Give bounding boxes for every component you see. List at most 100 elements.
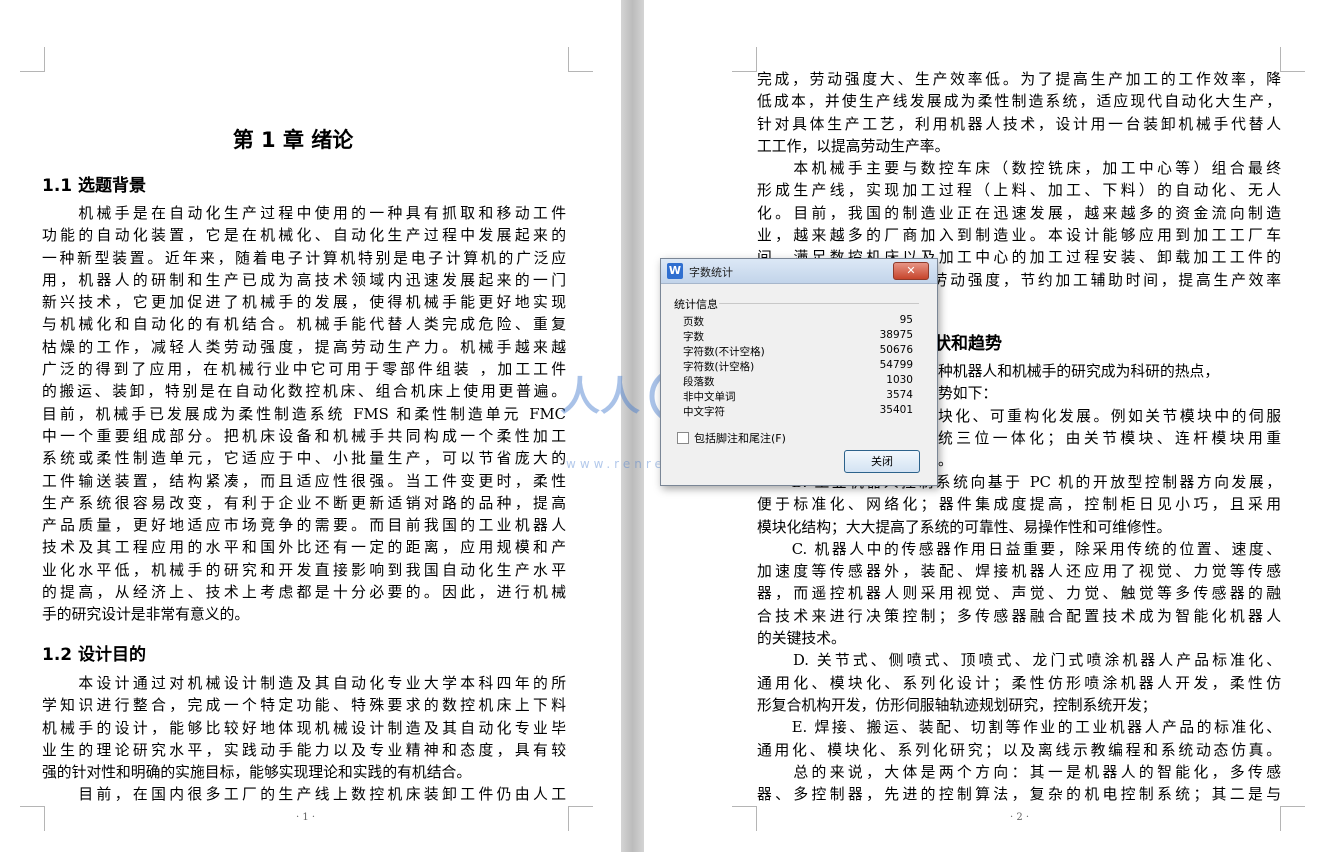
text-line: 低成本，并使生产线发展成为柔性制造系统，适应现代自动化大生产， [757,93,1281,111]
stat-row-words: 字数 38975 [683,329,913,344]
crop-mark [732,806,757,831]
text-line: 种机器人和机械手的研究成为科研的热点， [938,363,1220,380]
text-line: D. 关节式、侧喷式、顶喷式、龙门式喷涂机器人产品标准化、 [757,652,1281,670]
text-line: 与机械化和自动化的有机结合。机械手能代替人类完成危险、重复 [42,316,566,334]
text-line: 统三位一体化；由关节模块、连杆模块用重 [938,429,1281,447]
text-line: 机械手是在自动化生产过程中使用的一种具有抓取和移动工件 [42,205,566,222]
stat-label: 字符数(不计空格) [683,346,765,358]
text-line: 业，越来越多的厂商加入到制造业。本设计能够应用到加工工厂车 [757,227,1281,245]
text-line: 功能的自动化装置，它是在机械化、自动化生产过程中发展起来的 [42,227,566,245]
text-line: 中一个重要组成部分。把机床设备和机械手共同构成一个柔性加工 [42,427,566,445]
stat-label: 页数 [683,316,704,328]
dialog-title: 字数统计 [689,266,733,279]
text-line: E. 焊接、搬运、装配、切割等作业的工业机器人产品的标准化、 [757,719,1281,737]
text-line: 用，机器人的研制和生产已成为高技术领域内迅速发展起来的一门 [42,271,566,289]
text-line: 新兴技术，它更加促进了机械手的发展，使得机械手能更好地实现 [42,294,566,312]
stat-row-non-chinese-words: 非中文单词 3574 [683,389,913,404]
stat-value: 35401 [879,404,913,416]
text-line: 通用化、模块化、系列化研究；以及离线示教编程和系统动态仿真。 [757,741,1281,759]
text-line: 的搬运、装卸，特别是在自动化数控机床、组合机床上使用更普遍。 [42,383,566,401]
stat-row-chars-with-spaces: 字符数(计空格) 54799 [683,359,913,374]
text-line: 模块化结构；大大提高了系统的可靠性、易操作性和可维修性。 [757,518,1172,536]
text-line: 目前，机械手已发展成为柔性制造系统 FMS 和柔性制造单元 FMC [42,405,566,423]
text-line: 。 [938,452,953,470]
page-number: · 1 · [296,812,316,823]
paragraph-block: 机械手是在自动化生产过程中使用的一种具有抓取和移动工件 功能的自动化装置，它是在… [42,203,566,627]
checkbox-label[interactable]: 包括脚注和尾注(F) [694,430,786,446]
text-line: 强的针对性和明确的实施目标，能够实现理论和实践的有机结合。 [42,764,472,782]
stat-row-chars-no-spaces: 字符数(不计空格) 50676 [683,344,913,359]
stat-label: 字符数(计空格) [683,361,755,373]
text-line: 器、多控制器，先进的控制算法，复杂的机电控制系统；其二是与 [757,786,1281,804]
crop-mark [1280,806,1305,831]
stat-label: 中文字符 [683,406,725,418]
text-line: 化。目前，我国的制造业正在迅速发展，越来越多的资金流向制造 [757,204,1281,222]
paragraph-block: B. 工业机器人控制系统向基于 PC 机的开放型控制器方向发展， 便于标准化、网… [757,472,1281,806]
section-heading: 1.1 选题背景 [42,176,147,196]
text-line: 总的来说，大体是两个方向：其一是机器人的智能化，多传感 [757,763,1281,781]
text-line: 技术及其工程应用的水平和国外比还有一定的距离，应用规模和产 [42,539,566,557]
text-line: 势如下： [938,385,998,403]
group-divider [719,303,919,304]
text-line: 业化水平低，机械手的研究和开发直接影响到我国自动化生产水平 [42,561,566,579]
text-line: 生产系统很容易改变，有利于企业不断更新适销对路的品种，提高 [42,494,566,512]
group-label: 统计信息 [674,298,718,311]
text-line: 工工作，以提高劳动生产率。 [757,137,950,155]
text-line: 针对具体生产工艺，利用机器人技术，设计用一台装卸机械手代替人 [757,115,1281,133]
close-button[interactable]: 关闭 [844,450,920,473]
crop-mark [732,47,757,72]
paragraph-block: 本设计通过对机械设计制造及其自动化专业大学本科四年的所 学知识进行整合，完成一个… [42,673,566,807]
text-line: 本机械手主要与数控车床（数控铣床，加工中心等）组合最终 [757,160,1281,178]
section-heading: 1.2 设计目的 [42,645,147,665]
chapter-title: 第 1 章 绪论 [232,128,354,152]
stat-row-paragraphs: 段落数 1030 [683,374,913,389]
stat-value: 50676 [879,344,913,356]
text-line: 器，而遥控机器人则采用视觉、声觉、力觉、触觉等多传感器的融 [757,585,1281,603]
text-line: 业生的理论研究水平，实践动手能力以及专业精神和态度，具有较 [42,741,566,759]
stat-label: 非中文单词 [683,391,736,403]
text-line: 产品质量，更好地适应市场竞争的需要。而目前我国的工业机器人 [42,517,566,535]
document-page-1: 第 1 章 绪论 1.1 选题背景 机械手是在自动化生产过程中使用的一种具有抓取… [0,0,621,852]
text-line: 的关键技术。 [757,630,846,648]
text-line: 合技术来进行决策控制；多传感器融合配置技术成为智能化机器人 [757,607,1281,625]
page-number: · 2 · [1010,812,1030,823]
text-line: 加速度等传感器外，装配、焊接机器人还应用了视觉、力觉等传感 [757,563,1281,581]
close-icon[interactable]: ✕ [893,262,929,280]
stat-value: 1030 [886,374,913,386]
text-line: C. 机器人中的传感器作用日益重要，除采用传统的位置、速度、 [757,540,1281,558]
stat-row-pages: 页数 95 [683,314,913,329]
text-line: 块化、可重构化发展。例如关节模块中的伺服 [938,407,1281,425]
crop-mark [568,806,593,831]
text-line: 学知识进行整合，完成一个特定功能、特殊要求的数控机床上下料 [42,697,566,715]
stat-value: 3574 [886,389,913,401]
text-line: 系统或柔性制造单元，它适应于中、小批量生产，可以节省庞大的 [42,450,566,468]
crop-mark [568,47,593,72]
text-line: 便于标准化、网络化；器件集成度提高，控制柜日见小巧，且采用 [757,496,1281,514]
dialog-titlebar[interactable]: W 字数统计 ✕ [661,259,937,284]
wps-writer-icon: W [667,263,683,279]
crop-mark [20,806,45,831]
text-line: 形成生产线，实现加工过程（上料、加工、下料）的自动化、无人 [757,182,1281,200]
stat-row-chinese-chars: 中文字符 35401 [683,404,913,419]
text-line: 机械手的设计，能够比较好地体现机械设计制造及其自动化专业毕 [42,719,566,737]
text-line: 的提高，从经济上、技术上考虑都是十分必要的。因此，进行机械 [42,584,566,602]
page-gutter [621,0,644,852]
text-line: 形复合机构开发，仿形伺服轴轨迹规划研究，控制系统开发； [757,696,1157,714]
stat-value: 38975 [879,329,913,341]
text-line: 手的研究设计是非常有意义的。 [42,606,250,624]
paragraph-block: 种机器人和机械手的研究成为科研的热点， 势如下： 块化、可重构化发展。例如关节模… [938,361,1281,472]
stat-label: 字数 [683,331,704,343]
word-count-dialog[interactable]: W 字数统计 ✕ 统计信息 页数 95 字数 38975 字符数(不计空格) 5… [660,258,938,486]
stat-label: 段落数 [683,376,715,388]
crop-mark [20,47,45,72]
text-line: 工件输送装置，结构紧凑，而且适应性很强。当工件变更时，柔性 [42,472,566,490]
text-line: 本设计通过对机械设计制造及其自动化专业大学本科四年的所 [42,675,566,692]
stat-value: 54799 [879,359,913,371]
checkbox-icon[interactable] [677,432,689,444]
text-line: 完成，劳动强度大、生产效率低。为了提高生产加工的工作效率，降 [757,71,1281,88]
section-heading: 状和趋势 [934,334,1002,354]
text-line: 广泛的得到了应用，在机械行业中它可用于零部件组装 ，加工工件 [42,361,566,379]
text-line: 枯燥的工作，减轻人类劳动强度，提高劳动生产力。机械手越来越 [42,338,566,356]
text-line: 通用化、模块化、系列化设计；柔性仿形喷涂机器人开发，柔性仿 [757,674,1281,692]
stat-value: 95 [899,314,913,326]
